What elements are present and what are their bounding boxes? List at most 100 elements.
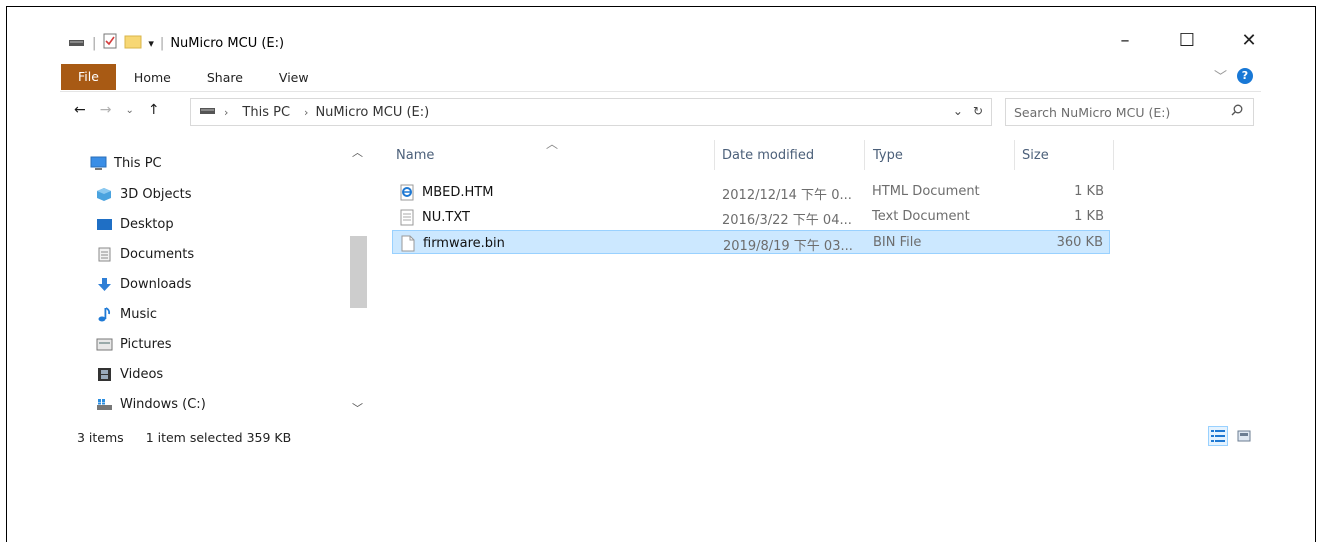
divider — [60, 91, 1261, 92]
ribbon-tabs: File Home Share View — [61, 64, 327, 90]
blank-file-icon — [401, 235, 415, 252]
scrollbar-thumb[interactable] — [350, 236, 367, 308]
large-icons-view-icon — [1237, 427, 1251, 446]
file-size: 1 KB — [1074, 209, 1104, 224]
column-divider[interactable] — [1113, 140, 1114, 170]
sidebar-item-downloads[interactable]: Downloads — [96, 273, 191, 295]
customize-toolbar-icon[interactable]: ▾ — [148, 37, 154, 50]
window-controls: – ☐ ✕ — [1113, 30, 1261, 51]
sidebar-item-label: Downloads — [120, 276, 192, 292]
pictures-icon — [96, 337, 113, 352]
tab-file[interactable]: File — [61, 64, 116, 90]
refresh-icon[interactable]: ↻ — [973, 104, 983, 118]
close-button[interactable]: ✕ — [1237, 30, 1261, 51]
file-name-cell: firmware.bin — [401, 235, 505, 252]
expand-ribbon-icon[interactable]: ﹀ — [1214, 66, 1227, 85]
address-bar[interactable]: › This PC › NuMicro MCU (E:) ⌄ ↻ — [190, 98, 992, 126]
text-file-icon — [400, 209, 414, 226]
column-divider[interactable] — [1014, 140, 1015, 170]
sidebar-item-label: This PC — [114, 155, 162, 171]
file-date: 2016/3/22 下午 04... — [722, 213, 852, 228]
sidebar-item-label: Documents — [120, 246, 195, 262]
ribbon-right: ﹀ ? — [1214, 66, 1253, 85]
tab-home[interactable]: Home — [116, 70, 189, 85]
music-note-icon — [96, 306, 113, 322]
new-folder-icon[interactable] — [124, 33, 142, 53]
scroll-up-icon[interactable]: ︿ — [352, 144, 363, 160]
separator: | — [92, 35, 97, 51]
navigation-pane: This PC 3D Objects Desktop Documents Dow… — [86, 148, 366, 420]
column-header-name[interactable]: Name — [396, 140, 434, 170]
file-type: BIN File — [873, 235, 922, 250]
table-row[interactable]: MBED.HTM 2012/12/14 下午 0... HTML Documen… — [392, 180, 1110, 204]
monitor-icon — [90, 156, 107, 171]
chevron-down-icon[interactable]: ⌄ — [953, 104, 963, 118]
window-title: NuMicro MCU (E:) — [170, 35, 285, 51]
drive-icon[interactable] — [68, 34, 86, 52]
selection-info: 1 item selected 359 KB — [145, 430, 292, 445]
large-icons-view-button[interactable] — [1234, 426, 1254, 446]
cube-icon — [96, 187, 113, 202]
file-name: MBED.HTM — [422, 185, 494, 200]
sidebar-item-windows-c[interactable]: Windows (C:) — [96, 393, 206, 415]
download-icon — [96, 277, 113, 292]
status-bar: 3 items 1 item selected 359 KB — [77, 430, 291, 445]
item-count: 3 items — [77, 430, 124, 445]
up-arrow-icon[interactable]: ↑ — [148, 102, 160, 118]
sidebar-item-label: Pictures — [120, 336, 172, 352]
nav-buttons: ← → ⌄ ↑ — [74, 102, 160, 118]
back-arrow-icon[interactable]: ← — [74, 102, 86, 118]
sidebar-item-desktop[interactable]: Desktop — [96, 213, 174, 235]
sidebar-item-videos[interactable]: Videos — [96, 363, 163, 385]
drive-icon — [199, 104, 217, 120]
column-header-date[interactable]: Date modified — [722, 140, 814, 170]
properties-icon[interactable] — [102, 33, 118, 53]
breadcrumb-this-pc[interactable]: This PC — [242, 105, 290, 120]
file-size: 1 KB — [1074, 184, 1104, 199]
column-header-size[interactable]: Size — [1022, 140, 1049, 170]
sidebar-item-label: 3D Objects — [120, 186, 192, 202]
column-divider[interactable] — [714, 140, 715, 170]
sidebar-item-documents[interactable]: Documents — [96, 243, 194, 265]
sidebar-item-label: Music — [120, 306, 157, 322]
minimize-button[interactable]: – — [1113, 30, 1137, 51]
sidebar-scrollbar[interactable]: ︿ ﹀ — [348, 144, 367, 416]
file-type: HTML Document — [872, 184, 980, 199]
desktop-icon — [96, 217, 113, 232]
file-type: Text Document — [872, 209, 970, 224]
file-name-cell: NU.TXT — [400, 209, 470, 226]
film-icon — [96, 367, 113, 382]
recent-locations-icon[interactable]: ⌄ — [125, 105, 133, 116]
drive-icon — [96, 397, 113, 412]
file-name-cell: MBED.HTM — [400, 184, 493, 201]
table-row[interactable]: NU.TXT 2016/3/22 下午 04... Text Document … — [392, 205, 1110, 229]
search-input[interactable]: Search NuMicro MCU (E:) — [1005, 98, 1254, 126]
ie-file-icon — [400, 184, 414, 201]
help-icon[interactable]: ? — [1237, 67, 1253, 84]
sidebar-item-3d-objects[interactable]: 3D Objects — [96, 183, 192, 205]
tab-view[interactable]: View — [261, 70, 327, 85]
table-row-selected[interactable]: firmware.bin 2019/8/19 下午 03... BIN File… — [392, 230, 1110, 254]
file-name: NU.TXT — [422, 210, 470, 225]
file-date: 2019/8/19 下午 03... — [723, 239, 853, 254]
title-bar: | ▾ | NuMicro MCU (E:) — [68, 28, 284, 58]
documents-icon — [96, 247, 113, 262]
column-divider[interactable] — [864, 140, 865, 170]
sidebar-item-music[interactable]: Music — [96, 303, 157, 325]
chevron-right-icon[interactable]: › — [224, 106, 228, 119]
maximize-button[interactable]: ☐ — [1175, 30, 1199, 51]
details-view-button[interactable] — [1208, 426, 1228, 446]
sidebar-item-pictures[interactable]: Pictures — [96, 333, 171, 355]
chevron-right-icon[interactable]: › — [304, 106, 308, 119]
forward-arrow-icon[interactable]: → — [100, 102, 112, 118]
search-icon[interactable] — [1231, 104, 1243, 119]
scroll-down-icon[interactable]: ﹀ — [352, 400, 363, 416]
details-view-icon — [1211, 427, 1225, 446]
column-header-type[interactable]: Type — [873, 140, 903, 170]
breadcrumb-drive[interactable]: NuMicro MCU (E:) — [315, 105, 429, 120]
search-placeholder: Search NuMicro MCU (E:) — [1014, 104, 1171, 120]
sidebar-item-label: Windows (C:) — [120, 396, 206, 412]
tab-share[interactable]: Share — [189, 70, 261, 85]
sidebar-item-this-pc[interactable]: This PC — [90, 152, 162, 174]
file-date: 2012/12/14 下午 0... — [722, 188, 852, 203]
